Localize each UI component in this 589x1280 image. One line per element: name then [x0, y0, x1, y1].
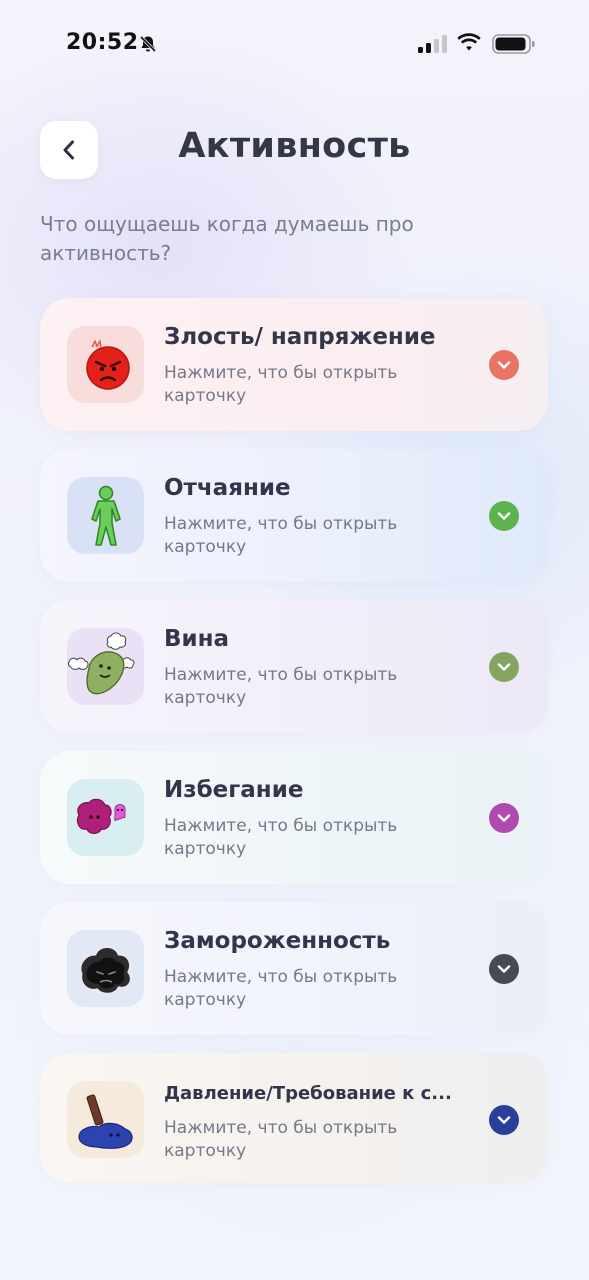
- card-title: Давление/Требование к с...: [164, 1083, 452, 1104]
- back-button[interactable]: [40, 121, 98, 179]
- bell-slash-icon: [139, 35, 157, 53]
- page-title: Активность: [178, 126, 411, 166]
- emotion-card-guilt[interactable]: Вина Нажмите, что бы открыть карточку: [40, 600, 548, 733]
- question-text: Что ощущаешь когда думаешь про активност…: [40, 212, 414, 265]
- card-description: Нажмите, что бы открыть карточку: [164, 514, 398, 557]
- card-description: Нажмите, что бы открыть карточку: [164, 967, 398, 1010]
- chevron-down-icon[interactable]: [489, 954, 519, 984]
- chevron-down-icon[interactable]: [489, 652, 519, 682]
- card-title: Избегание: [164, 777, 304, 803]
- emotion-card-frozenness[interactable]: Замороженность Нажмите, что бы открыть к…: [40, 902, 548, 1035]
- card-description: Нажмите, что бы открыть карточку: [164, 1118, 398, 1161]
- chevron-down-icon[interactable]: [489, 1105, 519, 1135]
- cellular-signal-icon: [418, 35, 447, 53]
- chevron-left-icon: [63, 140, 74, 160]
- emotion-card-avoidance[interactable]: Избегание Нажмите, что бы открыть карточ…: [40, 751, 548, 884]
- card-description: Нажмите, что бы открыть карточку: [164, 665, 398, 708]
- chevron-down-icon[interactable]: [489, 350, 519, 380]
- card-title: Отчаяние: [164, 475, 291, 501]
- emotion-card-despair[interactable]: Отчаяние Нажмите, что бы открыть карточк…: [40, 449, 548, 582]
- chevron-down-icon[interactable]: [489, 501, 519, 531]
- dark-cloud-face-icon: [67, 930, 144, 1007]
- angry-red-face-icon: [67, 326, 144, 403]
- emotion-card-anger[interactable]: Злость/ напряжение Нажмите, что бы откры…: [40, 298, 548, 431]
- battery-icon: [492, 34, 535, 54]
- green-blob-with-clouds-icon: [67, 628, 144, 705]
- card-description: Нажмите, что бы открыть карточку: [164, 816, 398, 859]
- card-title: Злость/ напряжение: [164, 324, 436, 350]
- chevron-down-icon[interactable]: [489, 803, 519, 833]
- emotion-card-pressure[interactable]: Давление/Требование к с... Нажмите, что …: [40, 1053, 548, 1183]
- card-title: Вина: [164, 626, 230, 652]
- card-title: Замороженность: [164, 928, 391, 954]
- status-bar: 20:52: [0, 0, 589, 88]
- magenta-blobs-icon: [67, 779, 144, 856]
- status-time: 20:52: [66, 30, 139, 55]
- card-description: Нажмите, что бы открыть карточку: [164, 363, 398, 406]
- green-figure-icon: [67, 477, 144, 554]
- hammer-on-blue-blob-icon: [67, 1081, 144, 1158]
- wifi-icon: [457, 33, 481, 51]
